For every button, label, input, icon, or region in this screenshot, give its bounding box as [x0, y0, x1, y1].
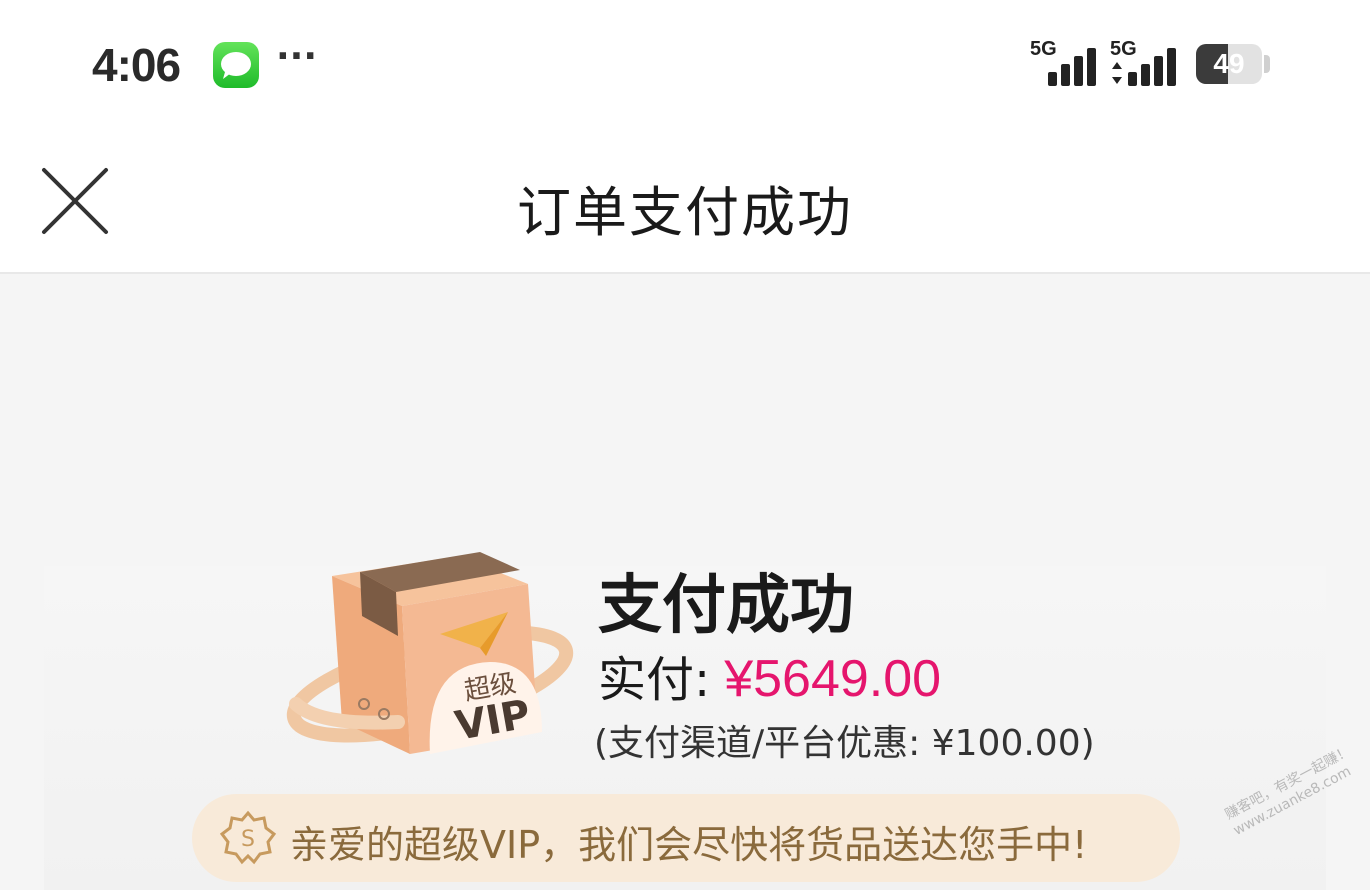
payment-success-page: 4:06 ··· 5G 5G 49 订单支付成功 超级 VIP 支付成功 实付:…	[0, 0, 1370, 890]
battery-cap	[1264, 55, 1270, 73]
paid-label: 实付:	[598, 652, 711, 708]
nav-bar: 订单支付成功	[0, 130, 1370, 274]
status-bar: 4:06 ··· 5G 5G 49	[0, 0, 1370, 130]
vip-package-icon: 超级 VIP	[286, 552, 574, 754]
success-title: 支付成功	[598, 569, 854, 643]
status-time: 4:06	[92, 39, 181, 91]
battery-icon: 49	[1196, 44, 1262, 84]
page-title: 订单支付成功	[517, 181, 853, 244]
status-more-icon: ···	[276, 36, 318, 77]
vip-notice-banner: S 亲爱的超级VIP，我们会尽快将货品送达您手中!	[192, 794, 1180, 882]
battery-percent: 49	[1213, 48, 1245, 79]
svg-text:S: S	[241, 827, 255, 852]
paid-amount: ¥5649.00	[724, 650, 942, 708]
discount-text: (支付渠道/平台优惠: ¥100.00)	[594, 723, 1095, 764]
content-area: 超级 VIP 支付成功 实付: ¥5649.00 (支付渠道/平台优惠: ¥100…	[0, 274, 1370, 890]
messages-icon	[213, 42, 259, 88]
notice-text: 亲爱的超级VIP，我们会尽快将货品送达您手中!	[290, 823, 1088, 867]
paid-row: 实付: ¥5649.00	[598, 640, 941, 710]
vip-coin-icon: S	[220, 810, 276, 865]
